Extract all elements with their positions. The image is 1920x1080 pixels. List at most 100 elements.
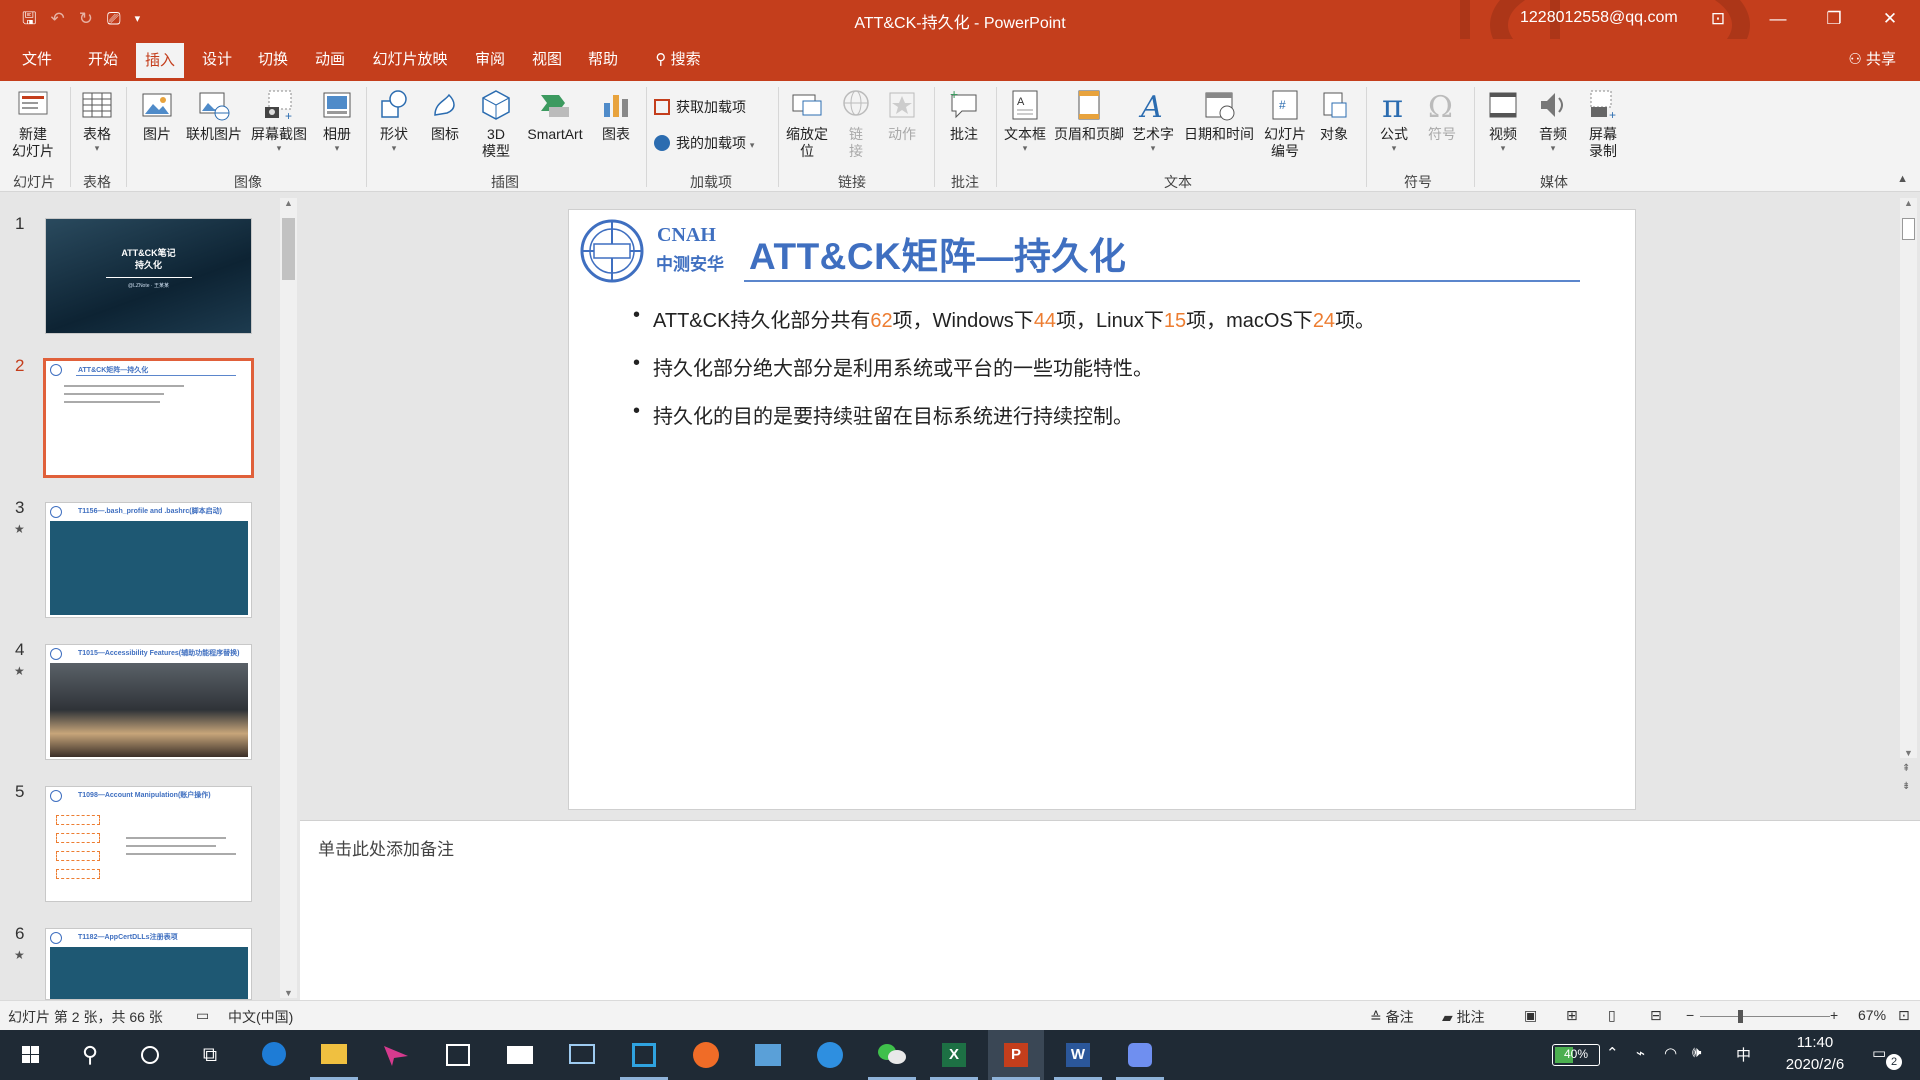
audio-button[interactable]: 音频 ▾ — [1530, 87, 1576, 153]
my-addins-button[interactable]: 我的加载项 ▾ — [654, 133, 754, 153]
scroll-down-icon[interactable]: ▼ — [1900, 748, 1917, 758]
chart-button[interactable]: 图表 — [594, 87, 638, 143]
vmware-app[interactable] — [616, 1030, 672, 1080]
next-slide-icon[interactable]: ⇟ — [1902, 780, 1910, 794]
scrollbar-thumb[interactable] — [1902, 218, 1915, 240]
tab-transitions[interactable]: 切换 — [250, 39, 296, 81]
tab-design[interactable]: 设计 — [194, 39, 240, 81]
input-method[interactable]: 中 — [1736, 1044, 1751, 1065]
close-icon[interactable]: ✕ — [1870, 5, 1910, 33]
screen-recording-button[interactable]: + 屏幕 录制 — [1578, 87, 1628, 160]
prev-slide-icon[interactable]: ⇞ — [1902, 762, 1910, 776]
slide-thumbnail-6[interactable]: T1182—AppCertDLLs注册表项 — [45, 928, 252, 1000]
bullet-item-2[interactable]: • 持久化部分绝大部分是利用系统或平台的一些功能特性。 — [633, 352, 1153, 381]
search-icon[interactable]: ⚲ — [62, 1030, 118, 1080]
mail-app[interactable] — [492, 1030, 548, 1080]
comments-toggle[interactable]: ▰ 批注 — [1442, 1007, 1485, 1027]
tab-slideshow[interactable]: 幻灯片放映 — [364, 39, 456, 81]
tab-insert[interactable]: 插入 — [136, 43, 184, 81]
scrollbar-thumb[interactable] — [282, 218, 295, 280]
language-status[interactable]: 中文(中国) — [228, 1007, 293, 1027]
picture-button[interactable]: 图片 — [136, 87, 178, 143]
messenger-app[interactable] — [802, 1030, 858, 1080]
action-button[interactable]: 动作 — [882, 87, 922, 143]
slide-thumbnail-5[interactable]: T1098—Account Manipulation(账户操作) — [45, 786, 252, 902]
bullet-item-1[interactable]: • ATT&CK持久化部分共有62项，Windows下44项，Linux下15项… — [633, 304, 1375, 333]
cortana-icon[interactable] — [122, 1030, 178, 1080]
comment-button[interactable]: + 批注 — [942, 87, 986, 143]
scroll-up-icon[interactable]: ▲ — [280, 198, 297, 208]
tab-view[interactable]: 视图 — [524, 39, 570, 81]
symbol-button[interactable]: Ω 符号 — [1420, 87, 1464, 143]
powerpoint-app[interactable]: P — [988, 1030, 1044, 1080]
wordart-button[interactable]: A 艺术字 ▾ — [1128, 87, 1178, 153]
power-plug-icon[interactable]: ⌁ — [1636, 1044, 1645, 1062]
battery-indicator[interactable]: 40% — [1552, 1044, 1600, 1066]
fit-to-window-icon[interactable]: ⊡ — [1898, 1007, 1910, 1024]
minimize-icon[interactable]: — — [1758, 5, 1798, 33]
table-button[interactable]: 表格 ▾ — [74, 87, 120, 153]
notes-pane[interactable]: 单击此处添加备注 — [300, 820, 1920, 1000]
excel-app[interactable]: X — [926, 1030, 982, 1080]
zoom-slider-track[interactable] — [1700, 1016, 1830, 1017]
tell-me-search[interactable]: ⚲ 搜索 — [646, 39, 710, 81]
video-button[interactable]: 视频 ▾ — [1480, 87, 1526, 153]
notes-toggle[interactable]: ≙ 备注 — [1370, 1007, 1414, 1027]
paper-plane-app[interactable] — [368, 1030, 424, 1080]
share-button[interactable]: ⚇ 共享 — [1848, 39, 1896, 81]
normal-view-icon[interactable]: ▣ — [1524, 1007, 1537, 1024]
word-app[interactable]: W — [1050, 1030, 1106, 1080]
remote-desktop-app[interactable] — [554, 1030, 610, 1080]
zoom-level[interactable]: 67% — [1858, 1007, 1886, 1023]
tab-animations[interactable]: 动画 — [307, 39, 353, 81]
tab-help[interactable]: 帮助 — [580, 39, 626, 81]
ribbon-display-options-icon[interactable]: ⊡ — [1698, 5, 1738, 33]
firefox-app[interactable] — [678, 1030, 734, 1080]
start-button[interactable] — [2, 1030, 58, 1080]
contacts-app[interactable] — [740, 1030, 796, 1080]
zoom-button[interactable]: 缩放定 位 — [782, 87, 832, 160]
photo-album-button[interactable]: 相册 ▾ — [314, 87, 360, 153]
header-footer-button[interactable]: 页眉和页脚 — [1050, 87, 1128, 143]
zoom-slider-thumb[interactable] — [1738, 1010, 1743, 1023]
object-button[interactable]: 对象 — [1312, 87, 1356, 143]
wechat-app[interactable] — [864, 1030, 920, 1080]
clock-time[interactable]: 11:40 — [1780, 1034, 1850, 1051]
bullet-item-3[interactable]: • 持久化的目的是要持续驻留在目标系统进行持续控制。 — [633, 400, 1133, 429]
link-button[interactable]: 链 接 — [836, 87, 876, 160]
reading-view-icon[interactable]: ▯ — [1608, 1007, 1616, 1024]
date-time-button[interactable]: 日期和时间 — [1180, 87, 1258, 143]
file-explorer-app[interactable] — [306, 1030, 362, 1080]
chevron-up-icon[interactable]: ⌃ — [1606, 1044, 1619, 1062]
slide-scrollbar[interactable]: ▲ ▼ — [1900, 198, 1917, 758]
tab-home[interactable]: 开始 — [80, 39, 126, 81]
slide-thumbnail-2[interactable]: ATT&CK矩阵—持久化 — [43, 358, 254, 478]
slide-number-button[interactable]: # 幻灯片 编号 — [1260, 87, 1310, 160]
get-addins-button[interactable]: 获取加载项 — [654, 97, 746, 117]
slideshow-icon[interactable]: ⊟ — [1650, 1007, 1662, 1024]
scroll-down-icon[interactable]: ▼ — [280, 988, 297, 998]
store-app[interactable] — [430, 1030, 486, 1080]
restore-icon[interactable]: ❐ — [1814, 5, 1854, 33]
clock-date[interactable]: 2020/2/6 — [1778, 1056, 1852, 1073]
volume-icon[interactable]: 🕪 — [1692, 1044, 1701, 1061]
smartart-button[interactable]: SmartArt — [520, 87, 590, 143]
zoom-in-icon[interactable]: + — [1830, 1007, 1838, 1023]
notes-placeholder[interactable]: 单击此处添加备注 — [318, 835, 454, 860]
feishu-app[interactable] — [1112, 1030, 1168, 1080]
collapse-ribbon-icon[interactable]: ▲ — [1897, 173, 1908, 185]
thumbnail-scrollbar[interactable]: ▲ ▼ — [280, 198, 297, 998]
textbox-button[interactable]: A 文本框 ▾ — [1000, 87, 1050, 153]
3d-models-button[interactable]: 3D 模型 — [474, 87, 518, 160]
scroll-up-icon[interactable]: ▲ — [1900, 198, 1917, 208]
slide-thumbnail-1[interactable]: ATT&CK笔记 持久化 @LZNote · 王某某 — [45, 218, 252, 334]
slide-sorter-icon[interactable]: ⊞ — [1566, 1007, 1578, 1024]
icons-button[interactable]: 图标 — [422, 87, 468, 143]
current-slide[interactable]: CNAH 中测安华 ATT&CK矩阵—持久化 • ATT&CK持久化部分共有62… — [568, 209, 1636, 810]
online-picture-button[interactable]: 联机图片 — [182, 87, 246, 143]
spell-check-icon[interactable]: ▭ — [196, 1007, 209, 1024]
account-name[interactable]: 1228012558@qq.com — [1520, 9, 1678, 27]
slide-thumbnail-4[interactable]: T1015—Accessibility Features(辅助功能程序替换) — [45, 644, 252, 760]
zoom-out-icon[interactable]: − — [1686, 1007, 1694, 1023]
edge-app[interactable] — [246, 1030, 302, 1080]
